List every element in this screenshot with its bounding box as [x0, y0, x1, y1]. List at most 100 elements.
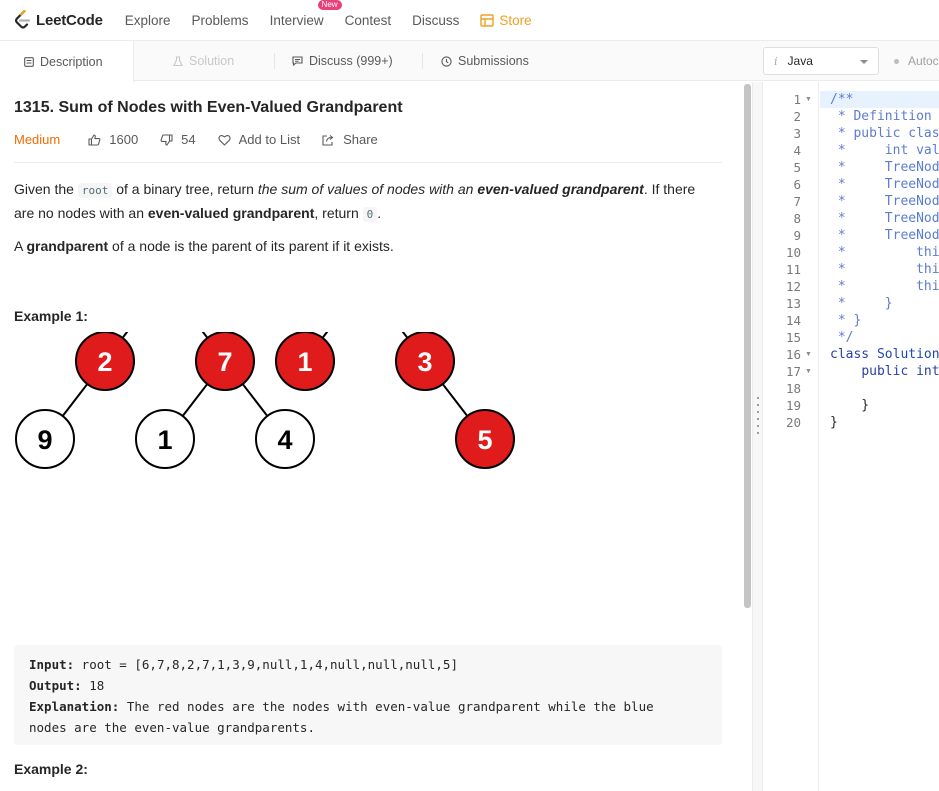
fold-arrow-icon[interactable]: ▼	[805, 91, 812, 108]
nav-interview[interactable]: Interview New	[270, 0, 342, 28]
explanation-value: The red nodes are the nodes with even-va…	[119, 699, 654, 714]
code-editor[interactable]: 1 ▼ 2 3 4 5 6 7 8 9 10 11 12 13 14 15 16 ▼ 17 ▼ 18 19 20 /** *…	[764, 82, 939, 791]
nav-store-label: Store	[499, 12, 532, 28]
code-line: * TreeNod	[830, 177, 939, 192]
dislike-button[interactable]: 54	[160, 132, 196, 147]
logo-text: LeetCode	[36, 11, 103, 29]
add-to-list-label: Add to List	[238, 132, 301, 147]
nav-problems[interactable]: Problems	[192, 13, 249, 28]
tree-node: 1	[275, 332, 335, 391]
tab-separator	[422, 53, 423, 69]
emphasis-text: the sum of values of nodes with an	[257, 181, 478, 197]
line-number: 16	[785, 347, 801, 362]
like-button[interactable]: 1600	[88, 132, 138, 147]
example-output-line: Output: 18	[29, 675, 707, 696]
line-number: 1	[793, 92, 801, 107]
language-select-value: Java	[787, 54, 813, 68]
code-line: }	[830, 398, 870, 413]
example-explanation-line-2: nodes are the even-value grandparents.	[29, 720, 315, 735]
line-number: 6	[793, 177, 801, 192]
line-number: 15	[785, 330, 801, 345]
tab-description[interactable]: Description	[0, 41, 134, 82]
tab-discuss[interactable]: Discuss (999+)	[292, 41, 393, 81]
text: Given the	[14, 181, 78, 197]
text: , return	[314, 205, 363, 221]
description-scrollbar[interactable]	[744, 84, 751, 608]
code-line: * TreeNod	[830, 211, 939, 226]
share-label: Share	[343, 132, 378, 147]
text: A	[14, 238, 27, 254]
code-line: * TreeNod	[830, 194, 939, 209]
fold-arrow-icon[interactable]: ▼	[805, 346, 812, 363]
strong-emphasis-text: even-valued grandparent	[477, 181, 644, 197]
thumbs-up-icon	[88, 133, 101, 146]
info-icon: i	[774, 54, 778, 68]
example-tree-diagram: 67827139145	[15, 332, 515, 469]
heart-icon	[218, 134, 231, 146]
thumbs-down-icon	[160, 133, 173, 146]
inline-code: root	[77, 183, 113, 198]
status-dot-icon	[894, 58, 899, 64]
tree-node-value: 9	[37, 425, 52, 455]
line-number: 7	[793, 194, 801, 209]
add-to-list-button[interactable]: Add to List	[218, 132, 300, 147]
tree-node: 2	[75, 332, 135, 391]
tab-solution-label: Solution	[189, 54, 235, 68]
line-number: 13	[785, 296, 801, 311]
tree-node: 7	[195, 332, 255, 391]
tab-solution[interactable]: Solution	[173, 41, 234, 81]
code-keyword: public	[861, 364, 909, 379]
tree-node: 4	[255, 409, 315, 469]
nav-discuss[interactable]: Discuss	[412, 13, 459, 28]
tree-nodes: 67827139145	[15, 332, 515, 469]
language-select[interactable]: i Java	[763, 47, 879, 75]
example-1-title: Example 1:	[14, 308, 88, 324]
nav-store[interactable]: Store	[480, 12, 532, 28]
share-icon	[322, 134, 334, 146]
dislikes-count: 54	[181, 132, 196, 147]
tree-node: 9	[15, 409, 75, 469]
autocomplete-label: Autoc	[908, 54, 939, 68]
resize-grip-icon	[757, 397, 759, 439]
strong-text: grandparent	[26, 238, 109, 254]
explanation-label: Explanation:	[29, 699, 120, 714]
nav-contest[interactable]: Contest	[345, 13, 392, 28]
autocomplete-toggle[interactable]: Autoc	[894, 54, 939, 68]
code-line: * }	[830, 313, 862, 328]
output-value: 18	[81, 678, 105, 693]
line-number: 17	[785, 364, 801, 379]
code-line: */	[830, 330, 854, 345]
fold-arrow-icon[interactable]: ▼	[805, 363, 812, 380]
code-line: }	[830, 415, 838, 430]
tree-node: 5	[455, 409, 515, 469]
code-identifier: Solution	[876, 347, 939, 362]
divider	[14, 162, 722, 163]
line-number: 3	[793, 126, 801, 141]
line-number: 20	[785, 415, 801, 430]
tree-node-value: 4	[277, 425, 292, 455]
input-label: Input:	[29, 657, 75, 672]
code-line: class Solution	[830, 346, 939, 363]
code-line: * public clas	[830, 126, 939, 141]
tree-node-value: 1	[297, 347, 312, 377]
input-value: root = [6,7,8,2,7,1,3,9,null,1,4,null,nu…	[74, 657, 458, 672]
nav-explore[interactable]: Explore	[125, 13, 171, 28]
problem-meta: Medium 1600 54 Add to List Share	[14, 132, 400, 147]
example-2-title: Example 2:	[14, 761, 88, 777]
example-explanation-line: Explanation: The red nodes are the nodes…	[29, 696, 707, 717]
clock-icon	[441, 55, 452, 67]
problem-statement: Given the root of a binary tree, return …	[14, 178, 714, 226]
tab-submissions[interactable]: Submissions	[441, 41, 529, 81]
share-button[interactable]: Share	[322, 132, 378, 147]
code-line: /**	[830, 92, 854, 107]
discuss-icon	[292, 56, 303, 66]
text: .	[377, 205, 382, 221]
tree-node-value: 3	[417, 347, 432, 377]
line-number: 14	[785, 313, 801, 328]
code-line: * thi	[830, 245, 939, 260]
code-line: * int val	[830, 143, 939, 158]
flask-icon	[173, 55, 183, 66]
leetcode-logo[interactable]: LeetCode	[14, 10, 103, 30]
tab-description-label: Description	[40, 54, 103, 69]
code-line: public int	[830, 363, 939, 380]
